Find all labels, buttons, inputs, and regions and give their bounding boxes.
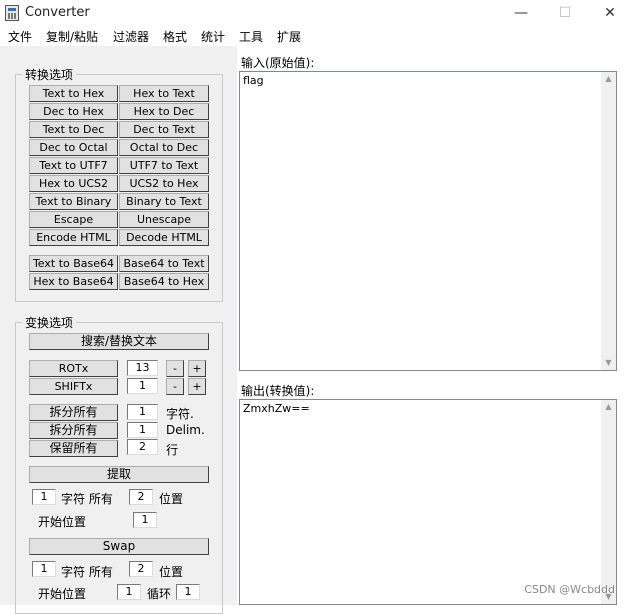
menu-format[interactable]: 格式 xyxy=(163,28,187,45)
convert-options-legend: 转换选项 xyxy=(25,68,74,82)
split-delim-suffix-label: Delim. xyxy=(166,423,205,437)
ucs2-to-hex-button[interactable]: UCS2 to Hex xyxy=(119,175,209,192)
output-textarea[interactable]: ZmxhZw== ▲ ▼ xyxy=(239,399,617,605)
split-delim-value-field[interactable]: 1 xyxy=(127,422,158,438)
shiftx-decrement-button[interactable]: - xyxy=(166,378,184,395)
scroll-up-icon[interactable]: ▲ xyxy=(601,400,616,414)
close-button[interactable]: ✕ xyxy=(595,4,625,22)
extract-count-field[interactable]: 1 xyxy=(32,489,56,505)
rotx-increment-button[interactable]: + xyxy=(188,360,206,377)
rotx-value-field[interactable]: 13 xyxy=(127,360,158,376)
hex-to-base64-button[interactable]: Hex to Base64 xyxy=(29,273,118,290)
options-panel: 转换选项 Text to Hex Hex to Text Dec to Hex … xyxy=(0,46,237,614)
base64-to-hex-button[interactable]: Base64 to Hex xyxy=(119,273,209,290)
transform-options-legend: 变换选项 xyxy=(25,316,74,330)
swap-position-field[interactable]: 2 xyxy=(129,561,153,577)
dec-to-text-button[interactable]: Dec to Text xyxy=(119,121,209,138)
rotx-button[interactable]: ROTx xyxy=(29,360,118,377)
text-to-binary-button[interactable]: Text to Binary xyxy=(29,193,118,210)
decode-html-button[interactable]: Decode HTML xyxy=(119,229,209,246)
input-label: 输入(原始值): xyxy=(241,56,315,70)
split-all-delim-button[interactable]: 拆分所有 xyxy=(29,422,118,439)
split-chars-value-field[interactable]: 1 xyxy=(127,404,158,420)
hex-to-text-button[interactable]: Hex to Text xyxy=(119,85,209,102)
shiftx-button[interactable]: SHIFTx xyxy=(29,378,118,395)
hex-to-ucs2-button[interactable]: Hex to UCS2 xyxy=(29,175,118,192)
menu-tools[interactable]: 工具 xyxy=(239,28,263,45)
extract-button[interactable]: 提取 xyxy=(29,466,209,483)
binary-to-text-button[interactable]: Binary to Text xyxy=(119,193,209,210)
window-title: Converter xyxy=(25,5,90,20)
utf7-to-text-button[interactable]: UTF7 to Text xyxy=(119,157,209,174)
scroll-down-icon[interactable]: ▼ xyxy=(601,356,616,370)
swap-count-field[interactable]: 1 xyxy=(32,561,56,577)
extract-count-label: 字符 所有 xyxy=(61,492,113,506)
keep-lines-suffix-label: 行 xyxy=(166,443,179,457)
octal-to-dec-button[interactable]: Octal to Dec xyxy=(119,139,209,156)
hex-to-dec-button[interactable]: Hex to Dec xyxy=(119,103,209,120)
calculator-icon xyxy=(5,5,19,21)
rotx-decrement-button[interactable]: - xyxy=(166,360,184,377)
split-chars-suffix-label: 字符. xyxy=(166,407,194,421)
swap-start-field[interactable]: 1 xyxy=(117,584,141,600)
input-scrollbar[interactable]: ▲ ▼ xyxy=(601,72,616,370)
title-bar: Converter — ☐ ✕ xyxy=(0,0,629,26)
menu-file[interactable]: 文件 xyxy=(8,28,32,45)
base64-to-text-button[interactable]: Base64 to Text xyxy=(119,255,209,272)
menu-bar: 文件 复制/粘贴 过滤器 格式 统计 工具 扩展 xyxy=(0,26,629,46)
extract-start-label: 开始位置 xyxy=(38,515,87,529)
swap-loop-label: 循环 xyxy=(147,587,172,601)
shiftx-increment-button[interactable]: + xyxy=(188,378,206,395)
menu-statistics[interactable]: 统计 xyxy=(201,28,225,45)
maximize-button[interactable]: ☐ xyxy=(550,4,580,22)
text-to-dec-button[interactable]: Text to Dec xyxy=(29,121,118,138)
scroll-up-icon[interactable]: ▲ xyxy=(601,72,616,86)
shiftx-value-field[interactable]: 1 xyxy=(127,378,158,394)
input-textarea[interactable]: flag ▲ ▼ xyxy=(239,71,617,371)
swap-start-label: 开始位置 xyxy=(38,587,87,601)
keep-all-lines-button[interactable]: 保留所有 xyxy=(29,440,118,457)
menu-extensions[interactable]: 扩展 xyxy=(277,28,301,45)
unescape-button[interactable]: Unescape xyxy=(119,211,209,228)
minimize-button[interactable]: — xyxy=(506,4,536,22)
search-replace-button[interactable]: 搜索/替换文本 xyxy=(29,333,209,350)
text-to-hex-button[interactable]: Text to Hex xyxy=(29,85,118,102)
output-text: ZmxhZw== xyxy=(243,402,310,415)
swap-count-label: 字符 所有 xyxy=(61,565,113,579)
keep-lines-value-field[interactable]: 2 xyxy=(127,439,158,455)
output-label: 输出(转换值): xyxy=(241,384,315,398)
extract-start-field[interactable]: 1 xyxy=(133,512,157,528)
swap-loop-field[interactable]: 1 xyxy=(176,584,200,600)
text-to-base64-button[interactable]: Text to Base64 xyxy=(29,255,118,272)
escape-button[interactable]: Escape xyxy=(29,211,118,228)
swap-button[interactable]: Swap xyxy=(29,538,209,555)
input-text: flag xyxy=(243,74,264,87)
dec-to-hex-button[interactable]: Dec to Hex xyxy=(29,103,118,120)
output-scrollbar[interactable]: ▲ ▼ xyxy=(601,400,616,604)
menu-filter[interactable]: 过滤器 xyxy=(113,28,149,45)
menu-copy-paste[interactable]: 复制/粘贴 xyxy=(46,28,98,45)
encode-html-button[interactable]: Encode HTML xyxy=(29,229,118,246)
extract-position-label: 位置 xyxy=(159,492,184,506)
watermark: CSDN @Wcbddd xyxy=(524,583,615,596)
split-all-chars-button[interactable]: 拆分所有 xyxy=(29,404,118,421)
extract-position-field[interactable]: 2 xyxy=(129,489,153,505)
swap-position-label: 位置 xyxy=(159,565,184,579)
text-to-utf7-button[interactable]: Text to UTF7 xyxy=(29,157,118,174)
dec-to-octal-button[interactable]: Dec to Octal xyxy=(29,139,118,156)
